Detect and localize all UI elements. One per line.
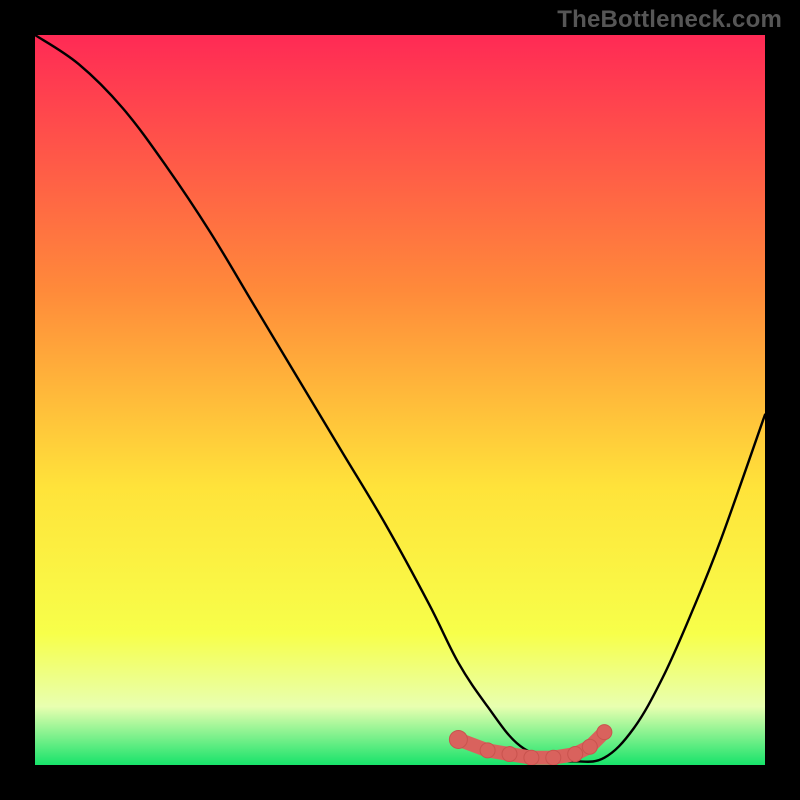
highlight-dot <box>597 725 612 740</box>
gradient-background <box>35 35 765 765</box>
watermark-text: TheBottleneck.com <box>557 6 782 34</box>
highlight-dot <box>546 750 561 765</box>
plot-svg <box>35 35 765 765</box>
highlight-dot <box>480 743 495 758</box>
highlight-dot <box>449 730 467 748</box>
highlight-dot <box>568 747 583 762</box>
plot-area <box>35 35 765 765</box>
highlight-dot <box>582 739 597 754</box>
highlight-dot <box>524 750 539 765</box>
highlight-dot <box>502 747 517 762</box>
chart-frame: TheBottleneck.com <box>0 0 800 800</box>
